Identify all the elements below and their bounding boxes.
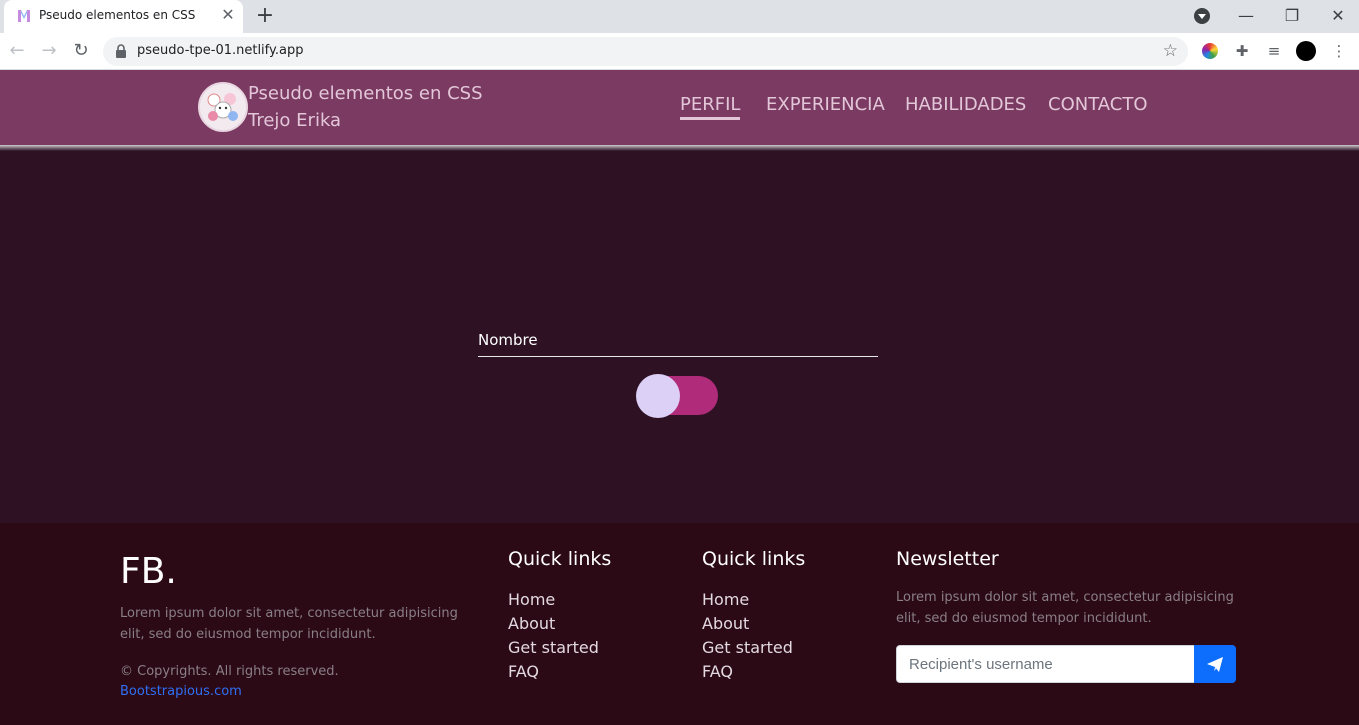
logo-avatar[interactable]	[198, 82, 248, 132]
footer-link-about[interactable]: About	[702, 612, 793, 636]
tab-title: Pseudo elementos en CSS	[39, 8, 196, 22]
brand-subtitle: Trejo Erika	[248, 110, 342, 131]
logo-illustration-icon	[200, 84, 246, 130]
back-icon[interactable]: ←	[5, 39, 29, 63]
quick-links-list-2: Home About Get started FAQ	[702, 588, 793, 684]
site-favicon-icon	[18, 10, 30, 22]
name-field-label[interactable]: Nombre	[478, 331, 538, 349]
browser-tab[interactable]: Pseudo elementos en CSS ✕	[4, 0, 243, 33]
newsletter-title: Newsletter	[896, 548, 999, 570]
paper-plane-icon	[1207, 657, 1223, 672]
footer-link-home[interactable]: Home	[702, 588, 793, 612]
browser-menu-icon[interactable]: ⋮	[1329, 41, 1349, 61]
footer-logo: FB.	[120, 551, 177, 592]
nav-habilidades[interactable]: HABILIDADES	[905, 94, 1026, 115]
reload-icon[interactable]: ↻	[69, 39, 93, 63]
address-bar[interactable]: pseudo-tpe-01.netlify.app ☆	[103, 37, 1188, 66]
url-text: pseudo-tpe-01.netlify.app	[137, 43, 304, 58]
toggle-knob[interactable]	[636, 374, 680, 418]
footer-link-get-started[interactable]: Get started	[702, 636, 793, 660]
browser-tabstrip: Pseudo elementos en CSS ✕ + — ❐ ✕	[0, 0, 1359, 33]
newsletter-submit-button[interactable]	[1194, 645, 1236, 683]
nav-contacto[interactable]: CONTACTO	[1048, 94, 1148, 115]
footer-credit-link[interactable]: Bootstrapious.com	[120, 684, 242, 699]
profile-avatar[interactable]	[1296, 41, 1316, 61]
close-window-icon[interactable]: ✕	[1324, 3, 1352, 29]
newsletter-email-input[interactable]	[896, 645, 1195, 683]
footer-link-home[interactable]: Home	[508, 588, 599, 612]
minimize-icon[interactable]: —	[1232, 3, 1260, 29]
site-header: Pseudo elementos en CSS Trejo Erika PERF…	[0, 70, 1359, 145]
site-brand[interactable]: Pseudo elementos en CSS Trejo Erika	[248, 80, 483, 134]
nav-perfil[interactable]: PERFIL	[680, 94, 741, 120]
newsletter-description: Lorem ipsum dolor sit amet, consectetur …	[896, 590, 1234, 626]
forward-icon[interactable]: →	[37, 39, 61, 63]
footer-copyright: © Copyrights. All rights reserved.	[120, 664, 339, 679]
footer-link-about[interactable]: About	[508, 612, 599, 636]
name-field-underline[interactable]	[478, 356, 878, 357]
extensions-puzzle-icon[interactable]: ✚	[1232, 41, 1252, 61]
quick-links-list-1: Home About Get started FAQ	[508, 588, 599, 684]
restore-icon[interactable]: ❐	[1278, 3, 1306, 29]
tab-close-icon[interactable]: ✕	[219, 6, 237, 24]
footer-link-faq[interactable]: FAQ	[508, 660, 599, 684]
nav-experiencia[interactable]: EXPERIENCIA	[766, 94, 885, 115]
site-footer: FB. Lorem ipsum dolor sit amet, consecte…	[0, 523, 1359, 725]
main-section: Nombre	[0, 151, 1359, 523]
bookmark-star-icon[interactable]: ☆	[1163, 41, 1178, 61]
tab-search-icon[interactable]	[1194, 8, 1210, 24]
color-extension-icon[interactable]	[1200, 41, 1220, 61]
media-control-icon[interactable]: ≡	[1264, 41, 1284, 61]
quick-links-title-2: Quick links	[702, 548, 806, 570]
browser-toolbar: ← → ↻ pseudo-tpe-01.netlify.app ☆ ✚ ≡ ⋮	[0, 33, 1359, 70]
footer-link-get-started[interactable]: Get started	[508, 636, 599, 660]
new-tab-button[interactable]: +	[253, 4, 277, 28]
brand-title: Pseudo elementos en CSS	[248, 83, 483, 104]
footer-description: Lorem ipsum dolor sit amet, consectetur …	[120, 606, 458, 642]
quick-links-title-1: Quick links	[508, 548, 612, 570]
lock-icon	[116, 44, 126, 58]
footer-link-faq[interactable]: FAQ	[702, 660, 793, 684]
